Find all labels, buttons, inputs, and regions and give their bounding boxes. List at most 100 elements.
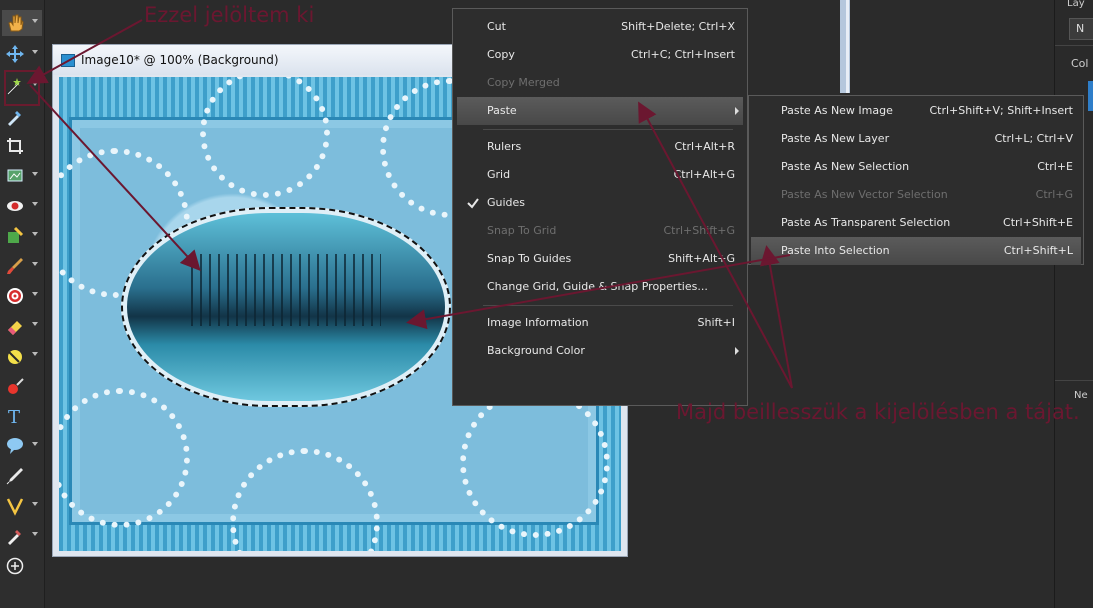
- submenu-arrow-icon: [735, 107, 739, 115]
- add-icon: [6, 557, 24, 575]
- draw-tool-icon: [6, 498, 24, 516]
- dodge-icon: [8, 350, 22, 364]
- lace-ornament: [230, 448, 380, 551]
- chevron-down-icon[interactable]: [32, 202, 38, 206]
- menu-item-label: Paste As New Selection: [781, 160, 910, 173]
- pen-tool-icon: [6, 468, 23, 485]
- menu-item-shortcut: Shift+Alt+G: [668, 252, 735, 265]
- menu-item-rulers[interactable]: Rulers Ctrl+Alt+R: [457, 133, 743, 161]
- text-tool-icon: T: [8, 407, 20, 426]
- flood-fill-tool[interactable]: [2, 223, 42, 249]
- menu-item-guides[interactable]: Guides: [457, 189, 743, 217]
- submenu-item-paste-into-selection[interactable]: Paste Into Selection Ctrl+Shift+L: [751, 237, 1081, 265]
- image-document-icon: [61, 54, 75, 67]
- menu-separator: [483, 129, 733, 130]
- image-window-title: Image10* @ 100% (Background): [81, 53, 279, 67]
- chevron-down-icon[interactable]: [32, 262, 38, 266]
- speech-balloon-tool[interactable]: [2, 433, 42, 459]
- eyedropper-icon: [8, 111, 21, 126]
- chevron-down-icon[interactable]: [32, 322, 38, 326]
- layers-panel-title: Lay: [1067, 0, 1085, 9]
- color-swatch[interactable]: [1088, 81, 1093, 111]
- picture-tube-icon: [7, 169, 23, 182]
- menu-item-shortcut: Shift+Delete; Ctrl+X: [621, 20, 735, 33]
- menu-item-shortcut: Ctrl+C; Ctrl+Insert: [630, 48, 735, 61]
- new-layer-button[interactable]: N: [1069, 18, 1093, 40]
- pan-tool[interactable]: [2, 10, 42, 36]
- lace-ornament: [59, 388, 190, 528]
- lace-ornament: [460, 388, 610, 538]
- chevron-down-icon[interactable]: [32, 50, 38, 54]
- menu-item-grid[interactable]: Grid Ctrl+Alt+G: [457, 161, 743, 189]
- menu-item-label: Paste Into Selection: [781, 244, 890, 257]
- draw-tool[interactable]: [2, 493, 42, 519]
- eyedropper-tool[interactable]: [2, 104, 42, 130]
- target-tool[interactable]: [2, 283, 42, 309]
- eraser-icon: [8, 321, 22, 335]
- chevron-down-icon[interactable]: [32, 232, 38, 236]
- pan-tool-icon: [8, 14, 24, 32]
- submenu-item-paste-new-layer[interactable]: Paste As New Layer Ctrl+L; Ctrl+V: [751, 125, 1081, 153]
- checkmark-icon: [467, 198, 479, 209]
- annotation-tool-highlight: [4, 70, 40, 106]
- chevron-down-icon[interactable]: [32, 442, 38, 446]
- submenu-item-paste-new-image[interactable]: Paste As New Image Ctrl+Shift+V; Shift+I…: [751, 97, 1081, 125]
- chevron-down-icon[interactable]: [32, 172, 38, 176]
- paint-brush-tool[interactable]: [2, 253, 42, 279]
- picture-tube-tool[interactable]: [2, 163, 42, 189]
- menu-item-background-color[interactable]: Background Color: [457, 337, 743, 365]
- color-replacer-icon: [8, 378, 24, 394]
- move-tool[interactable]: [2, 41, 42, 67]
- menu-item-label: Background Color: [487, 344, 585, 357]
- chevron-down-icon[interactable]: [32, 532, 38, 536]
- color-replacer-tool[interactable]: [2, 373, 42, 399]
- menu-item-shortcut: Ctrl+Alt+G: [673, 168, 735, 181]
- menu-separator: [483, 305, 733, 306]
- menu-item-label: Grid: [487, 168, 511, 181]
- scrollbar-thumb[interactable]: [846, 0, 849, 93]
- menu-item-change-grid-properties[interactable]: Change Grid, Guide & Snap Properties...: [457, 273, 743, 301]
- crop-tool[interactable]: [2, 133, 42, 159]
- chevron-down-icon[interactable]: [32, 502, 38, 506]
- chevron-down-icon[interactable]: [32, 19, 38, 23]
- menu-item-image-information[interactable]: Image Information Shift+I: [457, 309, 743, 337]
- menu-item-shortcut: Ctrl+Shift+L: [1003, 244, 1073, 257]
- chevron-down-icon[interactable]: [32, 292, 38, 296]
- arrow-to-paste-into-selection: [759, 245, 793, 389]
- red-eye-tool[interactable]: [2, 193, 42, 219]
- dodge-tool[interactable]: [2, 343, 42, 369]
- dropper-tool[interactable]: [2, 523, 42, 549]
- submenu-arrow-icon: [735, 347, 739, 355]
- menu-item-label: Copy: [487, 48, 515, 61]
- menu-item-label: Paste As Transparent Selection: [781, 216, 951, 229]
- menu-item-label: Paste As New Image: [781, 104, 893, 117]
- annotation-top: Ezzel jelöltem ki: [144, 3, 315, 27]
- pen-tool[interactable]: [2, 463, 42, 489]
- menu-item-copy[interactable]: Copy Ctrl+C; Ctrl+Insert: [457, 41, 743, 69]
- menu-item-label: Paste: [487, 104, 517, 117]
- submenu-item-paste-transparent-selection[interactable]: Paste As Transparent Selection Ctrl+Shif…: [751, 209, 1081, 237]
- menu-item-label: Paste As New Vector Selection: [781, 188, 948, 201]
- menu-item-label: Rulers: [487, 140, 522, 153]
- menu-item-cut[interactable]: Cut Shift+Delete; Ctrl+X: [457, 13, 743, 41]
- text-tool[interactable]: T: [2, 403, 42, 429]
- menu-item-label: Change Grid, Guide & Snap Properties...: [487, 280, 708, 293]
- crop-icon: [7, 138, 23, 154]
- context-menu: Cut Shift+Delete; Ctrl+X Copy Ctrl+C; Ct…: [452, 8, 748, 406]
- menu-item-paste[interactable]: Paste: [457, 97, 743, 125]
- lace-ornament: [200, 77, 330, 198]
- paste-submenu: Paste As New Image Ctrl+Shift+V; Shift+I…: [748, 95, 1084, 265]
- selection-landscape[interactable]: [121, 207, 451, 407]
- submenu-item-paste-new-selection[interactable]: Paste As New Selection Ctrl+E: [751, 153, 1081, 181]
- chevron-down-icon[interactable]: [32, 352, 38, 356]
- menu-item-label: Copy Merged: [487, 76, 560, 89]
- tools-toolbar: T: [0, 0, 45, 608]
- submenu-item-paste-vector-selection: Paste As New Vector Selection Ctrl+G: [751, 181, 1081, 209]
- menu-item-label: Guides: [487, 196, 526, 209]
- eraser-tool[interactable]: [2, 313, 42, 339]
- menu-item-label: Snap To Grid: [487, 224, 557, 237]
- color-panel-title: Col: [1071, 57, 1089, 70]
- menu-item-snap-to-guides[interactable]: Snap To Guides Shift+Alt+G: [457, 245, 743, 273]
- menu-item-shortcut: Ctrl+Alt+R: [674, 140, 735, 153]
- add-tool-button[interactable]: [2, 553, 42, 579]
